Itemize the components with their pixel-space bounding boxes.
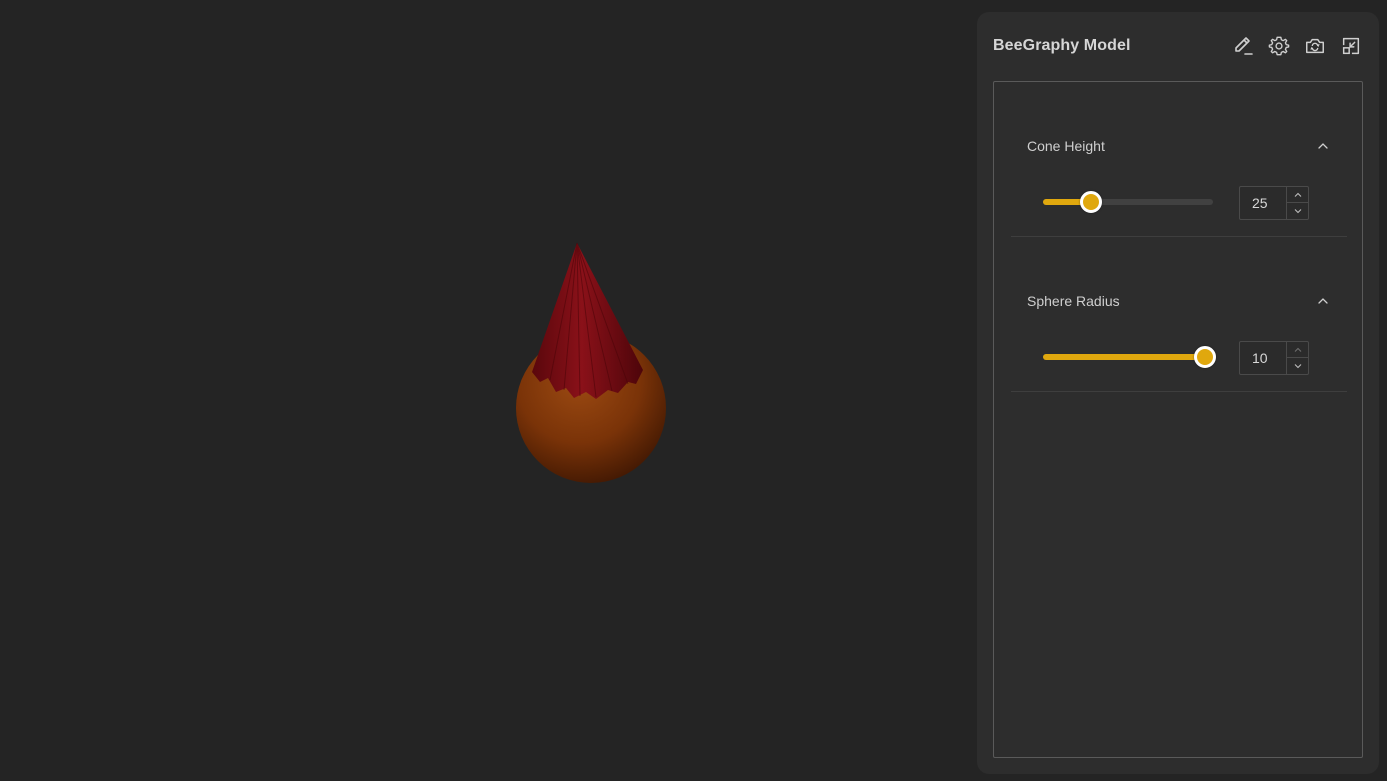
cone-height-slider[interactable]	[1043, 190, 1213, 214]
chevron-up-icon	[1294, 347, 1301, 352]
settings-button[interactable]	[1267, 34, 1291, 58]
param-sphere-radius: Sphere Radius	[1011, 237, 1347, 392]
slider-thumb[interactable]	[1194, 346, 1216, 368]
model-panel: BeeGraphy Model Cone Height 25 Sphere Ra…	[977, 12, 1379, 774]
increment-button[interactable]	[1287, 187, 1308, 203]
chevron-up-icon	[1318, 298, 1328, 304]
stepper	[1286, 342, 1308, 374]
edit-button[interactable]	[1231, 34, 1255, 58]
minimize-icon	[1342, 37, 1360, 55]
cone-shape	[532, 243, 643, 399]
slider-thumb[interactable]	[1080, 191, 1102, 213]
stepper	[1286, 187, 1308, 219]
panel-title: BeeGraphy Model	[993, 37, 1131, 54]
header-toolbar	[1231, 34, 1363, 58]
sphere-radius-input[interactable]	[1240, 342, 1286, 374]
param-label: Sphere Radius	[1027, 293, 1120, 309]
chevron-up-icon	[1294, 192, 1301, 197]
collapse-param-button[interactable]	[1315, 293, 1331, 309]
cone-height-input[interactable]	[1240, 187, 1286, 219]
chevron-down-icon	[1294, 209, 1301, 214]
model-render	[516, 242, 666, 483]
increment-button[interactable]	[1287, 342, 1308, 358]
sphere-radius-slider[interactable]	[1043, 345, 1216, 369]
minimize-button[interactable]	[1339, 34, 1363, 58]
camera-switch-button[interactable]	[1303, 34, 1327, 58]
edit-icon	[1235, 37, 1253, 55]
panel-header: BeeGraphy Model	[993, 34, 1363, 58]
chevron-up-icon	[1318, 143, 1328, 149]
chevron-down-icon	[1294, 364, 1301, 369]
sphere-radius-number-field	[1239, 341, 1309, 375]
3d-viewport[interactable]	[0, 0, 977, 781]
decrement-button[interactable]	[1287, 203, 1308, 219]
slider-fill	[1043, 354, 1205, 360]
camera-switch-icon	[1306, 38, 1324, 54]
decrement-button[interactable]	[1287, 358, 1308, 374]
collapse-param-button[interactable]	[1315, 138, 1331, 154]
settings-icon	[1268, 36, 1290, 56]
param-label: Cone Height	[1027, 138, 1105, 154]
parameters-container: Cone Height 25 Sphere Radius 10	[993, 81, 1363, 758]
cone-height-number-field	[1239, 186, 1309, 220]
param-cone-height: Cone Height	[1011, 82, 1347, 237]
